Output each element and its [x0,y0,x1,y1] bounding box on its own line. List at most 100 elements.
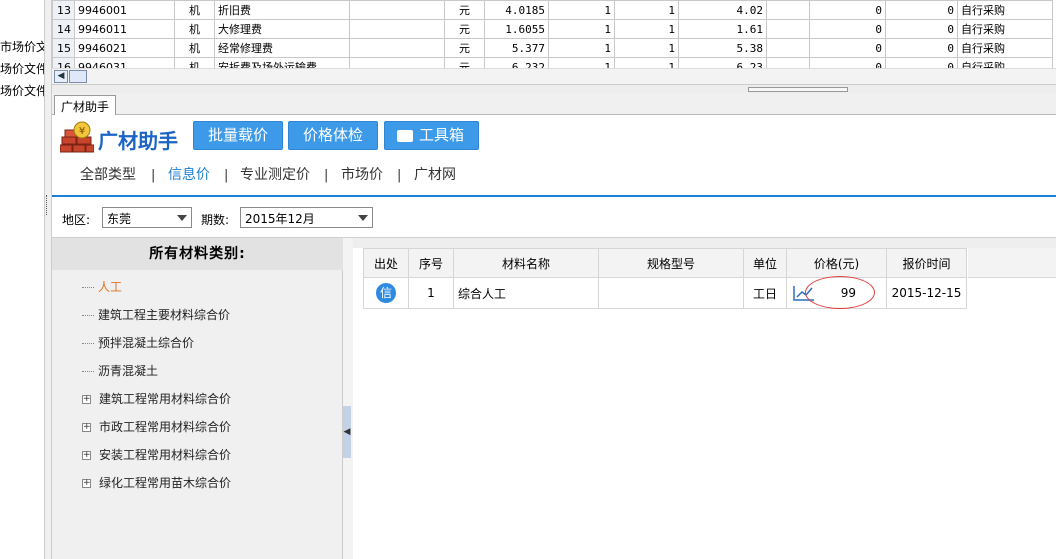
nav-all-types[interactable]: 全部类型 [80,164,136,184]
top-table-cell-c2[interactable]: 1 [614,0,679,20]
top-table-cell-c1[interactable]: 1 [548,57,615,68]
top-table-cell-c1[interactable]: 1 [548,38,615,58]
category-item[interactable]: + 市政工程常用材料综合价 [82,418,231,435]
collapse-arrow-icon[interactable]: ◀ [343,406,351,458]
top-table-cell-e2[interactable]: 0 [809,0,886,20]
splitter-handle[interactable] [748,87,848,92]
nav-professional-price[interactable]: 专业测定价 [240,164,310,184]
price-check-button[interactable]: 价格体检 [288,121,379,150]
col-name[interactable]: 材料名称 [453,248,599,278]
nav-market-price[interactable]: 市场价 [341,164,383,184]
top-table-cell-spec[interactable] [349,0,445,20]
top-table-cell-code[interactable]: 9946021 [74,38,175,58]
horizontal-scrollbar[interactable]: ◀ [52,68,1056,84]
nav-info-price[interactable]: 信息价 [168,164,210,184]
top-table-cell-e3[interactable]: 0 [885,19,958,39]
category-item[interactable]: 沥青混凝土 [82,362,158,379]
category-item[interactable]: 预拌混凝土综合价 [82,334,194,351]
top-table-cell-amount[interactable]: 1.61 [678,19,767,39]
scroll-thumb[interactable] [69,70,87,83]
top-table-cell-unit[interactable]: 元 [444,38,485,58]
expand-plus-icon[interactable]: + [82,423,91,432]
top-table-cell-type[interactable]: 机 [174,19,215,39]
top-table-cell-e2[interactable]: 0 [809,19,886,39]
top-table-cell-supply[interactable]: 自行采购 [957,0,1053,20]
nav-guangcai-web[interactable]: 广材网 [414,164,456,184]
stub-item[interactable]: 场价文件 [0,60,44,77]
top-table-row[interactable]: 13 9946001 机折旧费元 4.0185 1 1 4.02 0 0 自行采购 [52,0,1053,20]
col-no[interactable]: 序号 [408,248,454,278]
col-price[interactable]: 价格(元) [786,248,887,278]
top-table-cell-e1[interactable] [766,19,810,39]
tab-guangcai-assistant[interactable]: 广材助手 [54,95,117,115]
top-table-cell-c1[interactable]: 1 [548,19,615,39]
top-table-cell-name[interactable]: 安拆费及场外运输费 [214,57,350,68]
top-table-cell-name[interactable]: 经常修理费 [214,38,350,58]
category-item[interactable]: 人工 [82,278,122,295]
top-table-cell-c1[interactable]: 1 [548,0,615,20]
source-cell[interactable]: 信 [363,277,409,309]
top-table-cell-amount[interactable]: 6.23 [678,57,767,68]
info-source-icon[interactable]: 信 [376,283,396,303]
top-table-cell-code[interactable]: 9946001 [74,0,175,20]
top-table-cell-type[interactable]: 机 [174,38,215,58]
top-table-cell-price[interactable]: 1.6055 [484,19,549,39]
toolbox-button[interactable]: 工具箱 [384,121,480,150]
stub-item[interactable]: 场价文件 [0,82,44,99]
top-table-cell-supply[interactable]: 自行采购 [957,19,1053,39]
expand-plus-icon[interactable]: + [82,451,91,460]
top-table-cell-no[interactable]: 16 [52,57,75,68]
top-table-cell-spec[interactable] [349,19,445,39]
top-table-cell-no[interactable]: 15 [52,38,75,58]
batch-load-price-button[interactable]: 批量载价 [193,121,284,150]
top-table-cell-spec[interactable] [349,38,445,58]
category-item[interactable]: + 绿化工程常用苗木综合价 [82,474,231,491]
top-table-cell-e3[interactable]: 0 [885,0,958,20]
top-table-cell-price[interactable]: 5.377 [484,38,549,58]
col-source[interactable]: 出处 [363,248,409,278]
top-table-cell-amount[interactable]: 4.02 [678,0,767,20]
top-table-cell-amount[interactable]: 5.38 [678,38,767,58]
top-table-cell-code[interactable]: 9946011 [74,19,175,39]
top-table-cell-spec[interactable] [349,57,445,68]
top-table-cell-c2[interactable]: 1 [614,57,679,68]
col-unit[interactable]: 单位 [743,248,787,278]
price-cell[interactable]: 99 [786,276,887,309]
top-table-cell-name[interactable]: 折旧费 [214,0,350,20]
col-spec[interactable]: 规格型号 [598,248,744,278]
region-select[interactable]: 东莞 [102,207,192,228]
top-table-cell-e1[interactable] [766,57,810,68]
top-table-cell-c2[interactable]: 1 [614,38,679,58]
top-table-cell-e3[interactable]: 0 [885,57,958,68]
top-table-cell-e1[interactable] [766,38,810,58]
table-row[interactable]: 信 1 综合人工 工日 99 2015-12-15 [363,276,967,309]
category-item[interactable]: + 建筑工程常用材料综合价 [82,390,231,407]
top-table-cell-unit[interactable]: 元 [444,0,485,20]
stub-item[interactable]: 市场价文 [0,38,44,55]
period-select[interactable]: 2015年12月 [240,207,373,228]
top-table-cell-unit[interactable]: 元 [444,19,485,39]
expand-plus-icon[interactable]: + [82,479,91,488]
top-table-cell-supply[interactable]: 自行采购 [957,38,1053,58]
top-table-row[interactable]: 16 9946031 机安拆费及场外运输费元 6.232 1 1 6.23 0 0 自行采购 [52,57,1053,68]
scroll-left-arrow-icon[interactable]: ◀ [54,70,68,83]
top-table-cell-unit[interactable]: 元 [444,57,485,68]
top-table-cell-e2[interactable]: 0 [809,38,886,58]
expand-plus-icon[interactable]: + [82,395,91,404]
top-table-cell-type[interactable]: 机 [174,57,215,68]
top-table-row[interactable]: 14 9946011 机大修理费元 1.6055 1 1 1.61 0 0 自行采购 [52,19,1053,39]
top-table-cell-type[interactable]: 机 [174,0,215,20]
top-table-cell-no[interactable]: 13 [52,0,75,20]
category-item[interactable]: 建筑工程主要材料综合价 [82,306,230,323]
col-date[interactable]: 报价时间 [886,248,967,278]
divider-grip[interactable] [46,195,50,215]
category-item[interactable]: + 安装工程常用材料综合价 [82,446,231,463]
top-table-cell-e1[interactable] [766,0,810,20]
top-table-row[interactable]: 15 9946021 机经常修理费元 5.377 1 1 5.38 0 0 自行采购 [52,38,1053,58]
left-divider[interactable] [44,0,52,559]
top-table-cell-price[interactable]: 4.0185 [484,0,549,20]
top-table-cell-code[interactable]: 9946031 [74,57,175,68]
top-table-cell-c2[interactable]: 1 [614,19,679,39]
top-table-cell-e2[interactable]: 0 [809,57,886,68]
horizontal-splitter[interactable] [52,84,1056,93]
